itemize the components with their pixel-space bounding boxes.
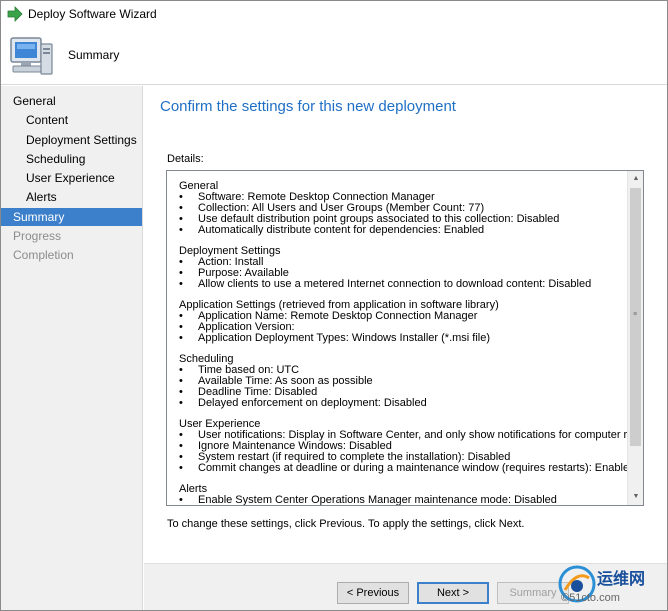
previous-button[interactable]: < Previous [337,582,409,604]
details-label: Details: [167,153,204,165]
scroll-up-arrow-icon[interactable]: ▲ [628,171,643,187]
watermark-text: 运维网 [597,571,646,588]
wizard-window: Deploy Software Wizard Summary General C… [0,0,668,611]
details-textbox[interactable]: General Software: Remote Desktop Connect… [166,170,644,506]
list-item: Allow clients to use a metered Internet … [179,279,624,291]
page-title: Summary [68,48,120,62]
list-item: Commit changes at deadline or during a m… [179,463,635,475]
window-title: Deploy Software Wizard [28,7,157,21]
watermark-url: ©51cto.com [561,592,620,604]
section-general: General Software: Remote Desktop Connect… [179,181,624,237]
button-bar: < Previous Next > Summary 运维网 ©51cto.com [144,563,667,610]
section-application-settings: Application Settings (retrieved from app… [179,300,624,345]
scroll-thumb[interactable]: ≡ [630,188,641,446]
next-button[interactable]: Next > [417,582,489,604]
section-alerts: Alerts Enable System Center Operations M… [179,484,624,506]
computer-icon [10,37,53,75]
vertical-scrollbar[interactable]: ▲ ≡ ▼ [627,171,643,505]
watermark: 运维网 ©51cto.com [557,562,667,610]
nav-item-summary[interactable]: Summary [1,208,142,226]
details-text: General Software: Remote Desktop Connect… [179,181,643,506]
green-arrow-icon [7,6,23,22]
title-bar: Deploy Software Wizard [1,1,667,27]
nav-item-progress: Progress [13,229,62,243]
wizard-nav: General Content Deployment Settings Sche… [1,86,143,610]
scroll-down-arrow-icon[interactable]: ▼ [628,489,643,505]
grip-icon: ≡ [633,311,638,318]
content-heading: Confirm the settings for this new deploy… [160,98,456,115]
nav-item-alerts[interactable]: Alerts [1,188,142,206]
nav-item-scheduling[interactable]: Scheduling [1,150,142,168]
nav-item-user-experience[interactable]: User Experience [1,169,142,187]
instruction-text: To change these settings, click Previous… [167,518,525,530]
section-scheduling: Scheduling Time based on: UTC Available … [179,354,624,410]
list-item: Delayed enforcement on deployment: Disab… [179,398,624,410]
section-deployment-settings: Deployment Settings Action: Install Purp… [179,246,624,291]
content-pane: Confirm the settings for this new deploy… [144,86,667,562]
nav-item-completion: Completion [13,248,74,262]
section-user-experience: User Experience User notifications: Disp… [179,419,643,475]
nav-item-content[interactable]: Content [1,111,142,129]
wizard-header: Summary [1,27,667,85]
list-item: Enable System Center Operations Manager … [179,495,624,506]
nav-item-general[interactable]: General [1,92,142,110]
list-item: Automatically distribute content for dep… [179,225,624,237]
nav-item-deployment-settings[interactable]: Deployment Settings [1,131,142,149]
list-item: Application Deployment Types: Windows In… [179,333,624,345]
